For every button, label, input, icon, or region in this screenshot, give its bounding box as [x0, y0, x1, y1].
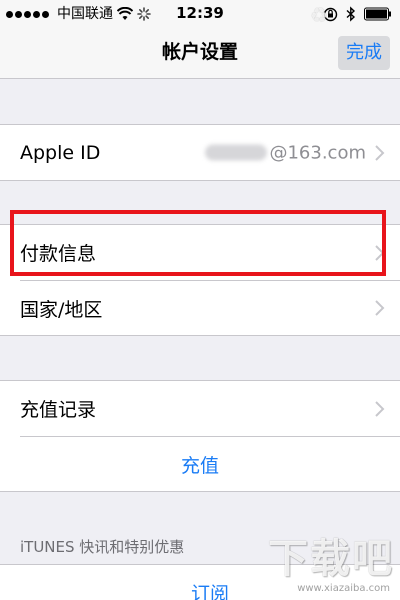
payment-region-group: 付款信息 国家/地区 [0, 224, 400, 336]
recharge-group: 充值记录 充值 [0, 380, 400, 492]
done-button[interactable]: 完成 [338, 36, 390, 70]
recharge-button[interactable]: 充值 [20, 436, 400, 491]
chevron-right-icon [375, 244, 385, 261]
chevron-right-icon [375, 144, 385, 161]
watermark-logo: 下载吧 [268, 536, 394, 582]
watermark-logo-small: ♻ [310, 3, 328, 27]
country-region-row[interactable]: 国家/地区 [20, 280, 400, 335]
recharge-history-label: 充值记录 [20, 399, 97, 421]
chevron-right-icon [375, 300, 385, 316]
navigation-bar: 帐户设置 完成 [0, 28, 400, 79]
watermark-url: www.xiazaiba.com [297, 583, 390, 594]
screen: 中国联通 12:39 帐户设置 完成 Apple ID @163.com 付款信… [0, 0, 400, 600]
recharge-history-row[interactable]: 充值记录 [0, 381, 400, 436]
apple-id-group: Apple ID @163.com [0, 124, 400, 181]
bluetooth-icon [346, 6, 356, 22]
redacted-username [205, 144, 268, 161]
status-right [323, 6, 392, 22]
payment-info-label: 付款信息 [20, 243, 97, 265]
apple-id-value: @163.com [205, 142, 366, 163]
apple-id-domain: @163.com [269, 142, 366, 163]
apple-id-label: Apple ID [20, 141, 101, 164]
payment-info-row[interactable]: 付款信息 [0, 225, 400, 280]
status-bar: 中国联通 12:39 [0, 0, 400, 28]
country-region-label: 国家/地区 [20, 298, 103, 321]
apple-id-row[interactable]: Apple ID @163.com [0, 125, 400, 180]
chevron-right-icon [375, 400, 385, 417]
itunes-section-header: iTUNES 快讯和特别优惠 [20, 538, 185, 556]
battery-icon [364, 7, 391, 21]
